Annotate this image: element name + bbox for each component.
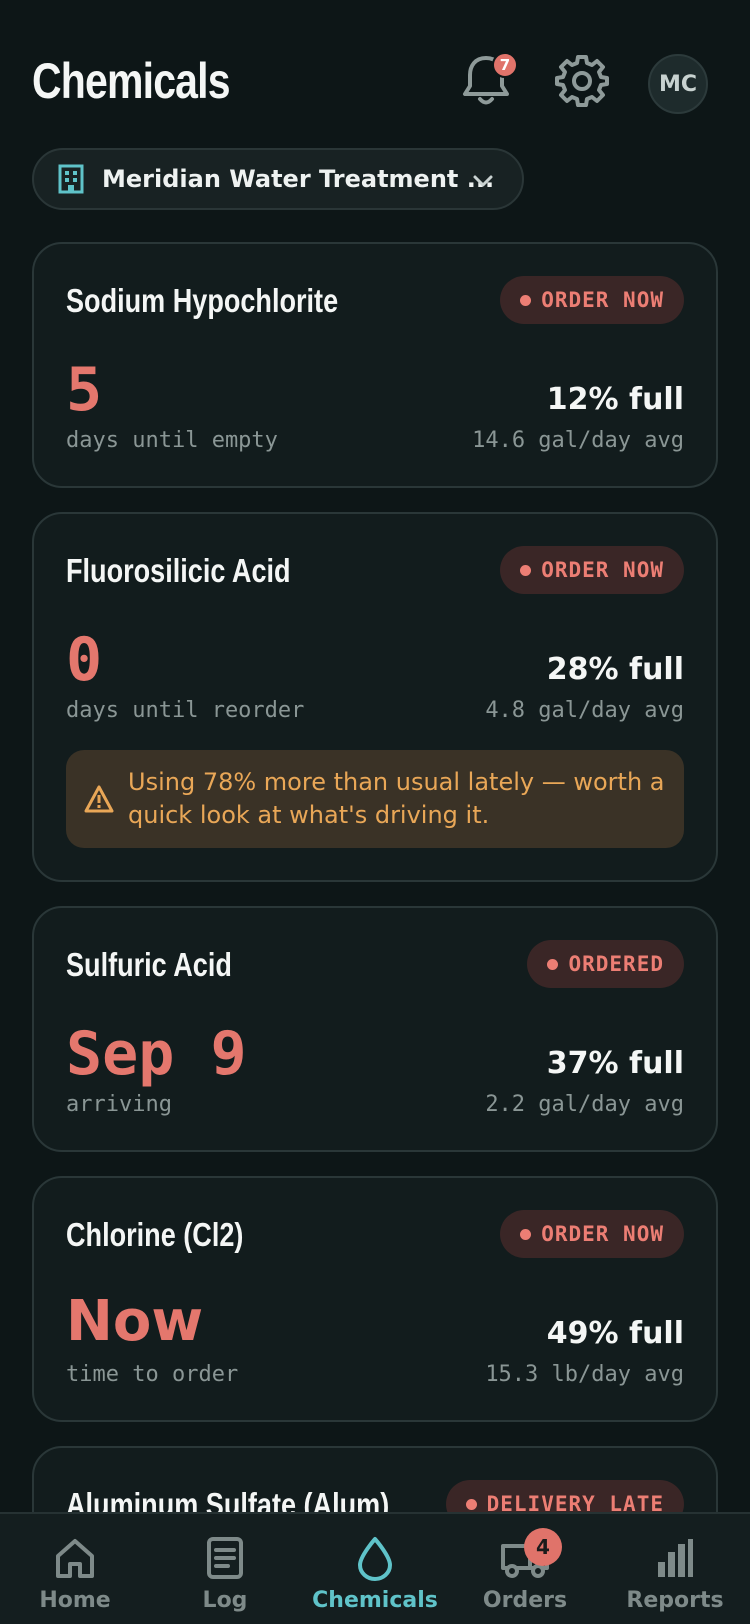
settings-button[interactable] — [550, 48, 614, 112]
bar-chart-icon — [658, 1539, 693, 1577]
status-badge: ORDER NOW — [500, 1210, 684, 1258]
site-selector[interactable]: Meridian Water Treatment ... — [32, 148, 524, 210]
warning-icon — [84, 785, 114, 813]
chemical-name: Fluorosilicic Acid — [66, 552, 291, 589]
tab-home[interactable]: Home — [0, 1514, 150, 1624]
avatar[interactable]: MC — [648, 54, 708, 114]
tab-reports[interactable]: Reports — [600, 1514, 750, 1624]
status-label: ORDER NOW — [541, 288, 664, 312]
tab-label: Chemicals — [312, 1588, 438, 1613]
fill-percent: 37% full — [546, 1046, 684, 1081]
chevron-down-icon — [473, 175, 493, 187]
status-badge: ORDER NOW — [500, 276, 684, 324]
orders-count-badge: 4 — [524, 1528, 562, 1566]
site-name: Meridian Water Treatment ... — [102, 165, 495, 193]
chemical-card[interactable]: Sulfuric Acid ORDERED Sep 9 arriving 37%… — [32, 906, 718, 1152]
status-dot — [547, 958, 559, 970]
chemical-name: Chlorine (Cl2) — [66, 1216, 244, 1253]
order-timing-label: time to order — [66, 1362, 239, 1387]
days-label: days until reorder — [66, 698, 305, 723]
status-label: ORDERED — [568, 952, 664, 976]
tab-label: Reports — [626, 1588, 724, 1613]
fill-percent: 49% full — [546, 1316, 684, 1351]
status-dot — [520, 1228, 532, 1240]
tab-label: Log — [202, 1588, 248, 1613]
status-dot — [465, 1498, 477, 1510]
tab-label: Home — [39, 1588, 111, 1613]
tab-orders[interactable]: Orders — [450, 1514, 600, 1624]
days-label: days until empty — [66, 428, 278, 453]
usage-warning: Using 78% more than usual lately — worth… — [66, 750, 684, 848]
bottom-tab-bar: Home Log Chemicals Orders Reports — [0, 1512, 750, 1624]
fill-percent: 12% full — [546, 382, 684, 417]
status-badge: ORDER NOW — [500, 546, 684, 594]
usage-rate: 4.8 gal/day avg — [485, 698, 684, 723]
chemical-name: Sulfuric Acid — [66, 946, 232, 983]
status-dot — [520, 294, 532, 306]
usage-rate: 14.6 gal/day avg — [472, 428, 684, 453]
drop-icon — [358, 1537, 392, 1581]
arrival-date: Sep 9 — [66, 1019, 247, 1089]
building-icon — [58, 164, 84, 194]
chemical-card[interactable]: Fluorosilicic Acid ORDER NOW 0 days unti… — [32, 512, 718, 882]
tab-label: Orders — [482, 1588, 568, 1613]
chemical-name: Sodium Hypochlorite — [66, 282, 339, 319]
fill-percent: 28% full — [546, 652, 684, 687]
home-icon — [56, 1539, 94, 1578]
status-dot — [520, 564, 532, 576]
usage-rate: 2.2 gal/day avg — [485, 1092, 684, 1117]
days-value: 0 — [66, 625, 103, 695]
status-badge: ORDERED — [527, 940, 684, 988]
chemical-card[interactable]: Sodium Hypochlorite ORDER NOW 5 days unt… — [32, 242, 718, 488]
log-icon — [207, 1537, 243, 1579]
page-title: Chemicals — [32, 53, 231, 109]
tab-chemicals[interactable]: Chemicals — [300, 1514, 450, 1624]
app-header: Chemicals 7 MC — [0, 0, 750, 140]
gear-icon — [555, 55, 609, 107]
warning-text: Using 78% more than usual lately — worth… — [128, 768, 665, 829]
days-value: 5 — [66, 355, 103, 425]
order-timing: Now — [66, 1289, 204, 1354]
status-label: ORDER NOW — [541, 1222, 664, 1246]
arrival-label: arriving — [66, 1092, 172, 1117]
chemical-card[interactable]: Chlorine (Cl2) ORDER NOW Now time to ord… — [32, 1176, 718, 1422]
tab-log[interactable]: Log — [150, 1514, 300, 1624]
usage-rate: 15.3 lb/day avg — [485, 1362, 684, 1387]
status-label: ORDER NOW — [541, 558, 664, 582]
notification-count-badge: 7 — [492, 52, 518, 78]
